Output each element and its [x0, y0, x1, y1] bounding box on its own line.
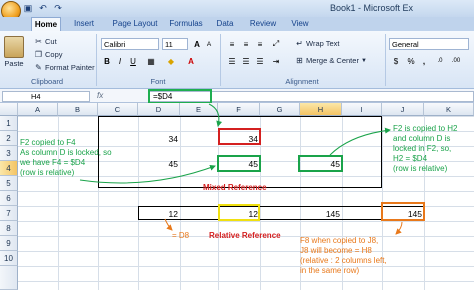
arrow-h4-to-right-note [329, 127, 391, 156]
arrow-j8-to-bottom-note [395, 221, 403, 235]
arrow-d8-to-label [164, 218, 173, 231]
annotation-arrows [79, 103, 403, 235]
arrow-left-note-to-f4 [79, 164, 216, 184]
arrow-formula-to-f2 [208, 103, 223, 127]
